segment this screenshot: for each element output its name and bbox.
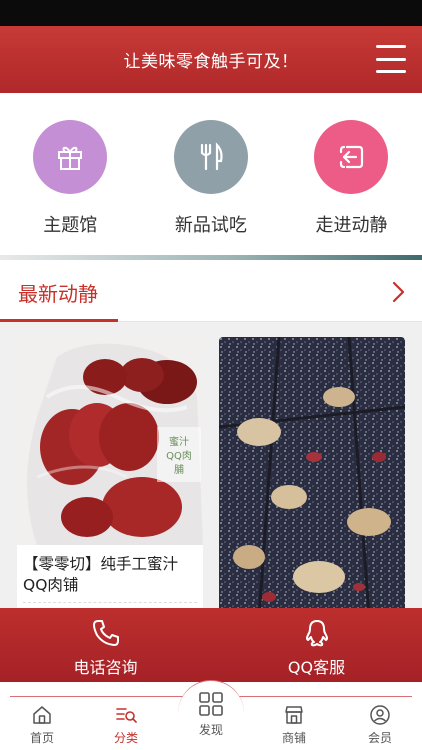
news-list: 蜜汁 QQ肉 脯 【零零切】纯手工蜜汁QQ肉铺 (0, 322, 422, 608)
svg-text:脯: 脯 (174, 463, 184, 476)
gift-icon (33, 120, 108, 194)
news-card-title: 【零零切】纯手工蜜汁QQ肉铺 (23, 555, 179, 594)
contact-bar: 电话咨询 QQ客服 (0, 608, 422, 682)
header-title: 让美味零食触手可及！ (123, 52, 299, 72)
tab-label: 发现 (198, 723, 223, 737)
menu-icon[interactable] (376, 45, 406, 73)
app-header: 让美味零食触手可及！ (0, 26, 422, 93)
news-title: 最新动静 (18, 282, 98, 306)
home-icon (33, 706, 51, 724)
tab-home[interactable]: 首页 (12, 704, 72, 746)
quick-nav-label: 新品试吃 (174, 215, 247, 236)
discover-icon (199, 692, 223, 716)
phone-icon (92, 620, 119, 646)
tab-discover[interactable]: 发现 (178, 680, 244, 746)
news-section-header: 最新动静 (0, 260, 422, 322)
contact-label: 电话咨询 (73, 658, 138, 677)
qq-icon (305, 620, 328, 647)
quick-nav: 主题馆 新品试吃 走进动静 (0, 93, 422, 255)
bottom-tab-bar: 首页 分类 发现 商铺 会员 (0, 680, 422, 750)
product-image-sesame-bar (219, 337, 405, 608)
tab-label: 商铺 (281, 731, 306, 745)
member-icon (370, 705, 390, 725)
quick-nav-new-tasting[interactable]: 新品试吃 (141, 93, 282, 255)
status-bar (0, 0, 422, 26)
tab-member[interactable]: 会员 (350, 704, 410, 746)
shop-icon (285, 706, 303, 724)
quick-nav-label: 主题馆 (43, 215, 98, 236)
svg-text:QQ肉: QQ肉 (166, 449, 192, 462)
phone-consult-button[interactable]: 电话咨询 (0, 608, 211, 682)
product-image-jerky: 蜜汁 QQ肉 脯 (17, 337, 203, 545)
tab-label: 会员 (367, 731, 392, 745)
quick-nav-label: 走进动静 (315, 215, 388, 236)
fork-knife-icon (173, 120, 248, 194)
quick-nav-theme-hall[interactable]: 主题馆 (0, 93, 141, 255)
quick-nav-about[interactable]: 走进动静 (281, 93, 422, 255)
svg-text:蜜汁: 蜜汁 (169, 435, 189, 448)
tab-category[interactable]: 分类 (96, 704, 156, 746)
contact-label: QQ客服 (287, 658, 346, 677)
qq-service-button[interactable]: QQ客服 (211, 608, 422, 682)
enter-icon (314, 120, 389, 194)
category-icon (116, 708, 137, 723)
tab-label: 首页 (29, 731, 54, 745)
news-card[interactable]: 蜜汁 QQ肉 脯 【零零切】纯手工蜜汁QQ肉铺 (17, 337, 203, 608)
news-card[interactable] (219, 337, 405, 608)
tab-shop[interactable]: 商铺 (264, 704, 324, 746)
chevron-right-icon[interactable] (388, 280, 408, 304)
tab-label: 分类 (113, 731, 138, 745)
card-separator (23, 602, 197, 603)
